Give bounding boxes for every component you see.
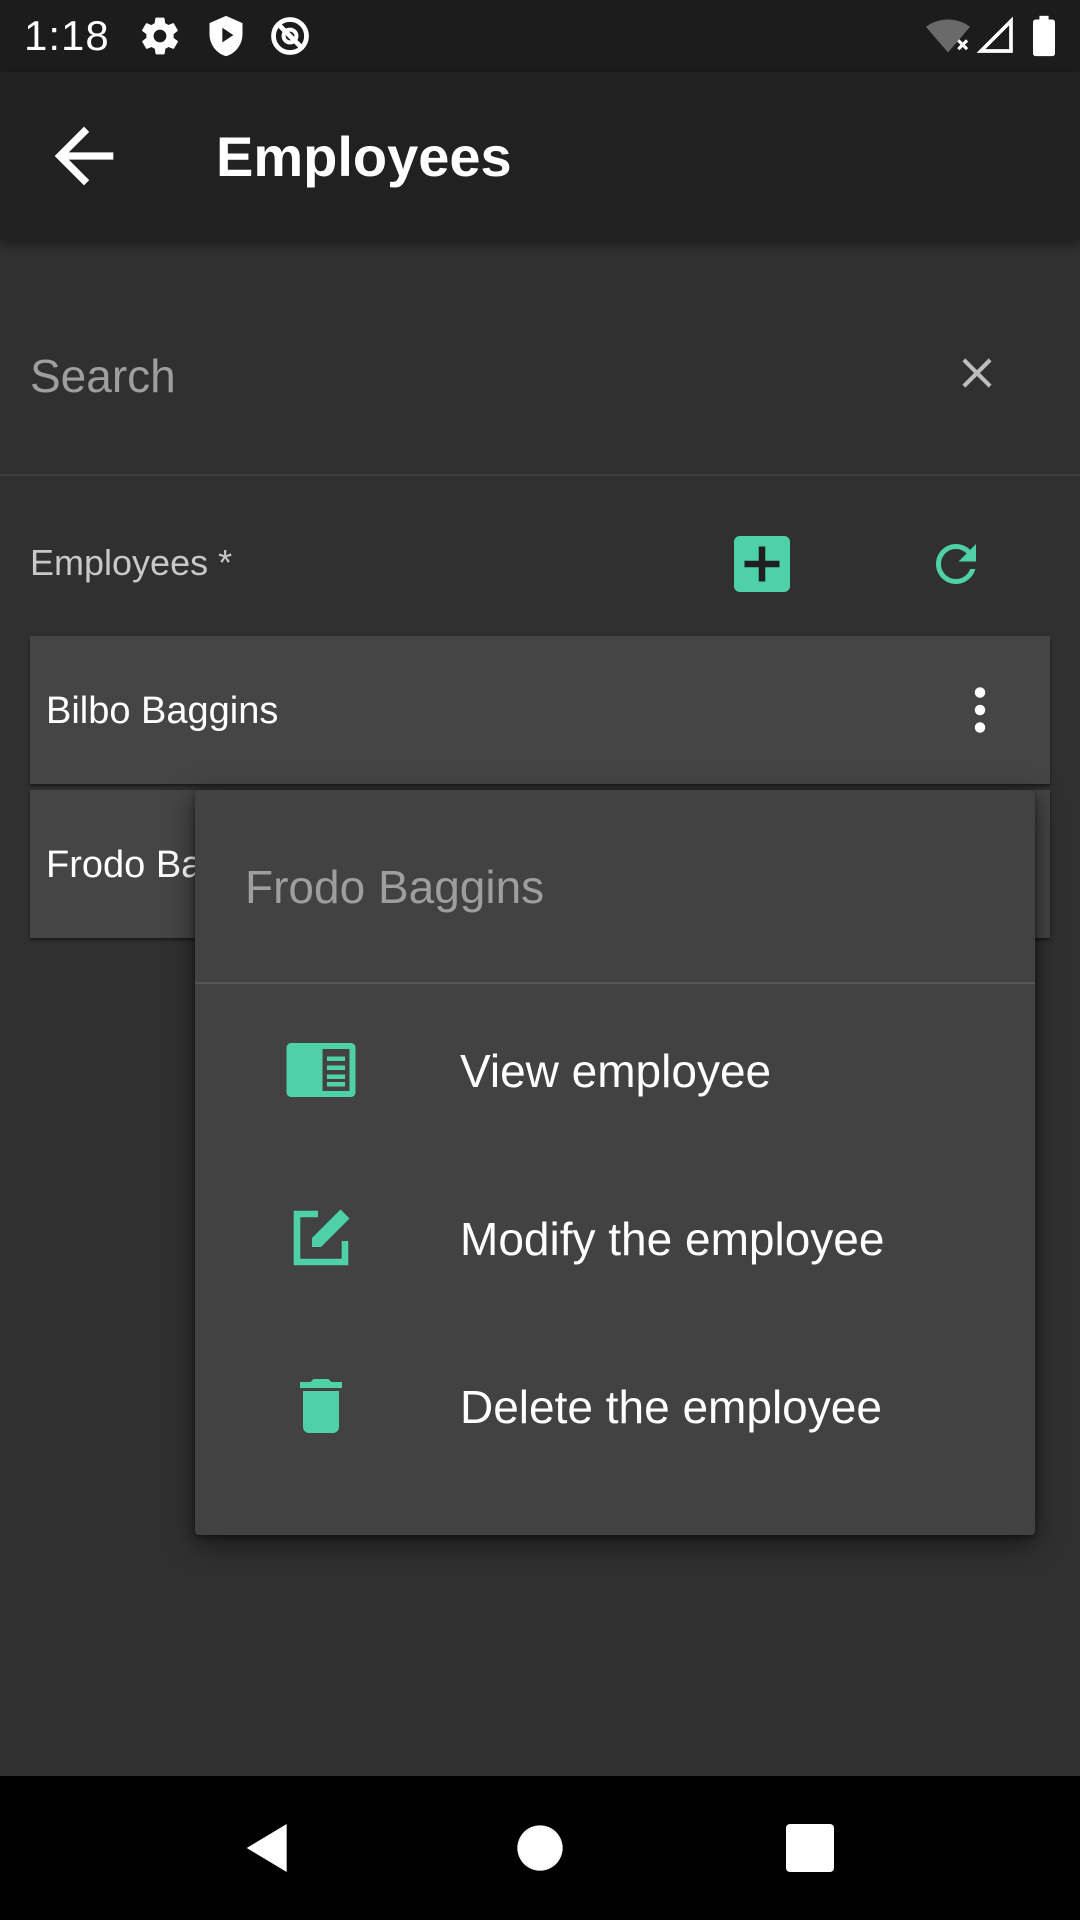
status-bar: 1:18 <box>0 0 1080 72</box>
arrow-left-icon <box>54 126 114 186</box>
close-icon <box>962 358 992 388</box>
list-item[interactable]: Bilbo Baggins <box>30 636 1050 784</box>
page-title: Employees <box>216 125 512 188</box>
back-triangle-icon[interactable] <box>236 1816 300 1880</box>
menu-item-label: Modify the employee <box>460 1213 885 1265</box>
refresh-icon <box>936 544 976 584</box>
wifi-off-icon <box>926 19 970 53</box>
trash-icon <box>300 1379 342 1433</box>
signal-icon <box>976 16 1013 53</box>
menu-item-label: View employee <box>460 1045 772 1097</box>
search-bar <box>0 240 1080 476</box>
context-menu: Frodo Baggins View employee Modify the e… <box>195 790 1035 1535</box>
menu-item-view-employee[interactable]: View employee <box>195 984 1035 1152</box>
edit-box-icon <box>293 1209 350 1266</box>
menu-item-delete-employee[interactable]: Delete the employee <box>195 1320 1035 1488</box>
more-vertical-icon <box>974 687 986 733</box>
plus-box-icon <box>734 536 790 592</box>
menu-item-modify-employee[interactable]: Modify the employee <box>195 1152 1035 1320</box>
employee-name: Bilbo Baggins <box>46 690 279 732</box>
system-nav-bar <box>0 1776 1080 1920</box>
battery-icon <box>1033 15 1055 57</box>
context-menu-title: Frodo Baggins <box>245 861 545 913</box>
clear-search-button[interactable] <box>952 348 1002 398</box>
status-time: 1:18 <box>24 12 110 59</box>
card-details-icon <box>286 1043 356 1097</box>
home-circle-icon[interactable] <box>508 1816 572 1880</box>
more-options-button[interactable] <box>950 680 1010 740</box>
back-button[interactable] <box>40 112 128 200</box>
shield-play-icon <box>209 15 243 57</box>
gear-icon <box>142 17 178 55</box>
add-employee-button[interactable] <box>734 536 790 592</box>
search-input[interactable] <box>30 340 890 412</box>
employees-section-label: Employees * <box>30 542 233 583</box>
data-saver-icon <box>271 17 309 55</box>
menu-item-label: Delete the employee <box>460 1381 882 1433</box>
recents-square-icon[interactable] <box>778 1816 842 1880</box>
app-bar: Employees <box>0 72 1080 240</box>
refresh-button[interactable] <box>926 534 986 594</box>
